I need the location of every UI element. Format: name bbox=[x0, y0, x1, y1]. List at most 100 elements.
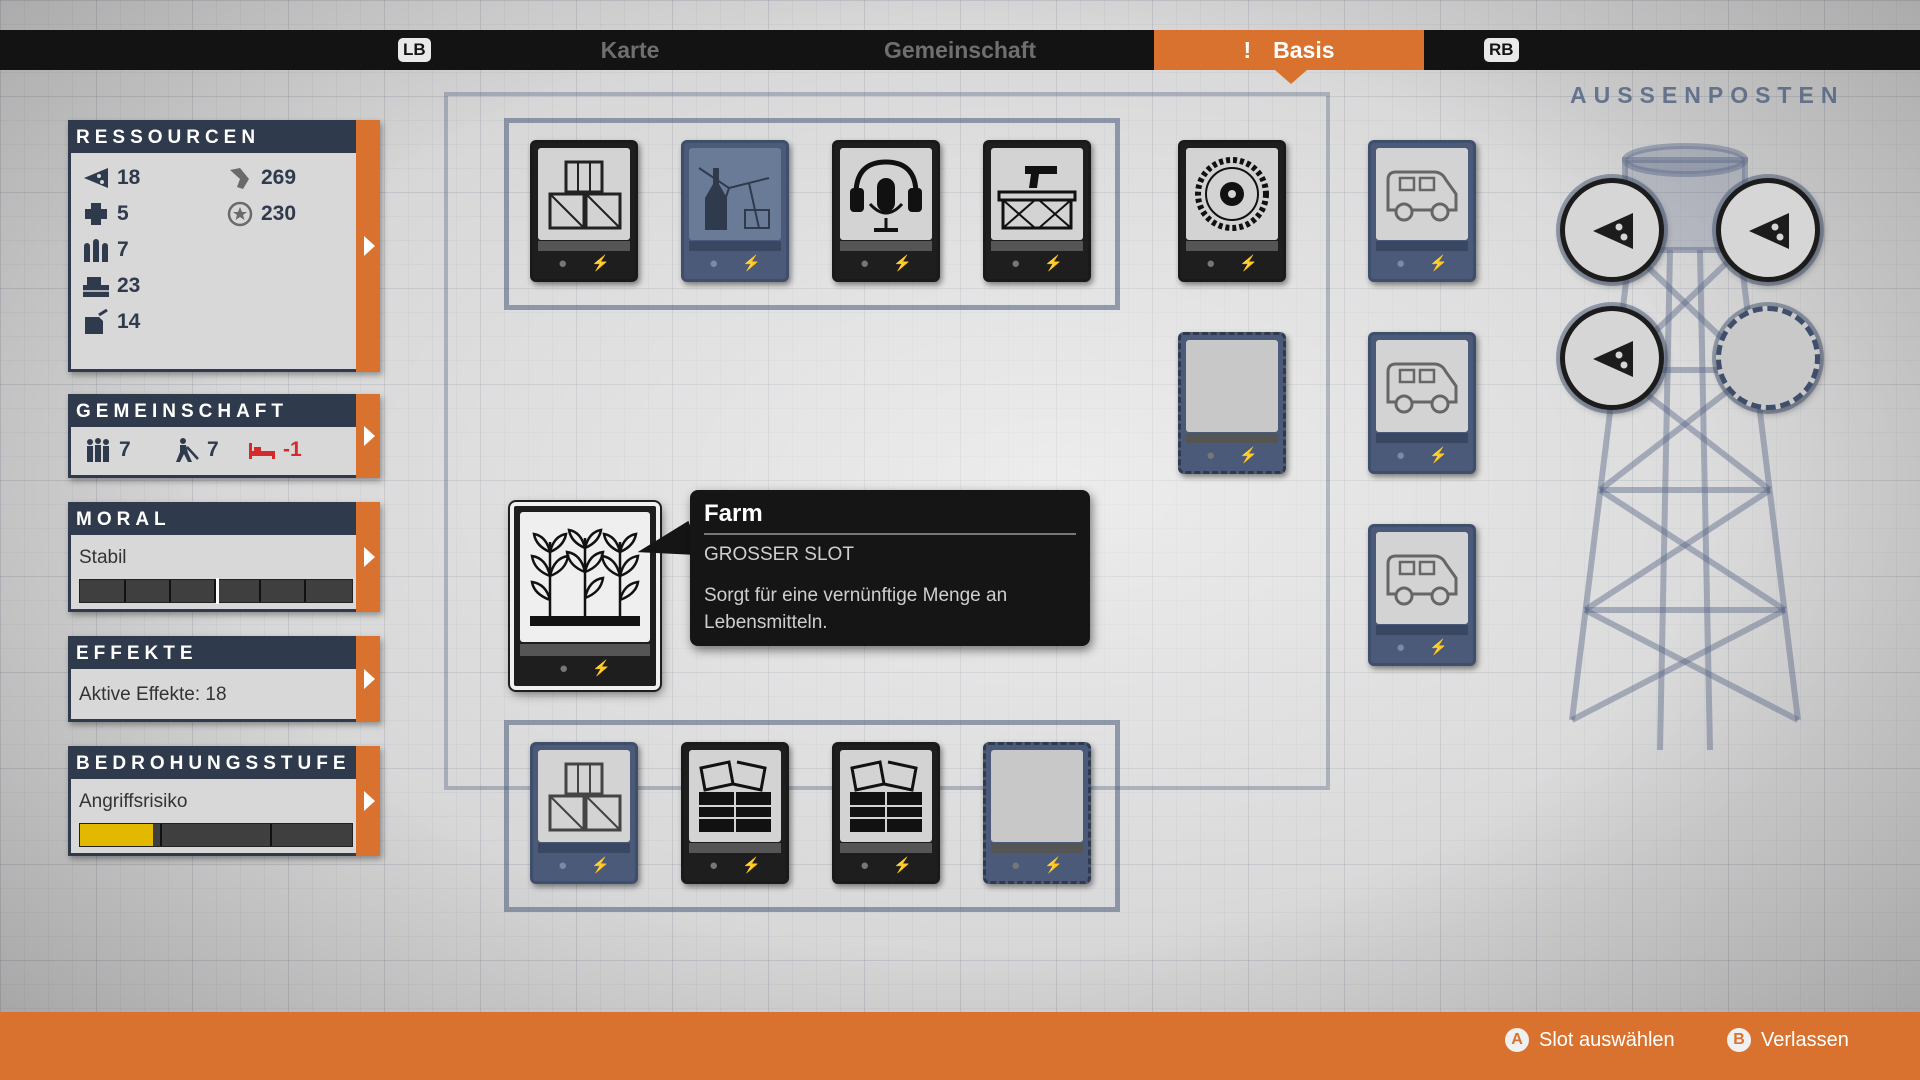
bottle-icon bbox=[698, 167, 770, 230]
threat-fill bbox=[80, 824, 154, 846]
active-tab-pointer bbox=[1275, 70, 1307, 84]
saw-blade-icon bbox=[1195, 157, 1269, 231]
hint-select-label: Slot auswählen bbox=[1539, 1028, 1675, 1051]
morale-expand[interactable] bbox=[356, 502, 380, 612]
prestige-icon bbox=[227, 201, 253, 227]
water-icon: ● bbox=[860, 857, 870, 874]
power-icon: ⚡ bbox=[742, 857, 761, 874]
chevron-right-icon bbox=[364, 236, 375, 256]
bunk-beds-icon bbox=[850, 760, 922, 832]
parking-slot-1[interactable]: ● ⚡ bbox=[1368, 140, 1476, 282]
resource-materials-value: 23 bbox=[117, 274, 141, 297]
bunk-beds-icon bbox=[699, 760, 771, 832]
resource-influence: 269 bbox=[225, 165, 296, 191]
storage-icon bbox=[548, 160, 622, 230]
outposts-title: AUSSENPOSTEN bbox=[1570, 82, 1845, 108]
farm-slot[interactable]: ● ⚡ bbox=[510, 502, 660, 690]
vehicle-icon bbox=[1386, 554, 1458, 606]
ammo-icon bbox=[84, 239, 108, 262]
effects-expand[interactable] bbox=[356, 636, 380, 722]
power-icon: ⚡ bbox=[1044, 857, 1063, 874]
water-icon: ● bbox=[709, 255, 719, 272]
water-icon: ● bbox=[1206, 255, 1216, 272]
hint-leave-label: Verlassen bbox=[1761, 1028, 1849, 1051]
threat-expand[interactable] bbox=[356, 746, 380, 856]
water-icon: ● bbox=[558, 255, 568, 272]
water-icon: ● bbox=[709, 857, 719, 874]
power-icon: ⚡ bbox=[592, 660, 611, 677]
tab-karte[interactable]: Karte bbox=[530, 30, 730, 70]
empty-slot[interactable]: ● ⚡ bbox=[1178, 332, 1286, 474]
water-icon: ● bbox=[1206, 447, 1216, 464]
lb-button[interactable]: LB bbox=[398, 38, 431, 62]
resource-prestige-value: 230 bbox=[261, 202, 297, 225]
resources-panel[interactable]: RESSOURCEN 18 5 7 23 14 269 230 bbox=[68, 120, 380, 372]
slot-requirements: ● ⚡ bbox=[835, 855, 937, 877]
tab-basis[interactable]: ! Basis bbox=[1154, 30, 1424, 70]
workshop-slot[interactable]: ● ⚡ bbox=[1178, 140, 1286, 282]
outpost-2[interactable] bbox=[1716, 178, 1820, 282]
armory-slot[interactable]: ● ⚡ bbox=[983, 140, 1091, 282]
tooltip-divider bbox=[704, 533, 1076, 535]
community-survivors: 7 bbox=[83, 437, 131, 463]
bunks-slot-1[interactable]: ● ⚡ bbox=[681, 742, 789, 884]
rb-button[interactable]: RB bbox=[1484, 38, 1519, 62]
resource-materials: 23 bbox=[81, 273, 140, 299]
outpost-3[interactable] bbox=[1560, 306, 1664, 410]
tab-gemeinschaft[interactable]: Gemeinschaft bbox=[860, 30, 1060, 70]
resource-medicine: 5 bbox=[81, 201, 129, 227]
threat-meter bbox=[79, 823, 353, 847]
storage-slot-2[interactable]: ● ⚡ bbox=[530, 742, 638, 884]
outpost-1[interactable] bbox=[1560, 178, 1664, 282]
community-expand[interactable] bbox=[356, 394, 380, 478]
fuel-icon bbox=[85, 309, 108, 334]
morale-panel[interactable]: MORAL Stabil bbox=[68, 502, 380, 612]
water-icon: ● bbox=[559, 660, 569, 677]
community-panel[interactable]: GEMEINSCHAFT 7 7 -1 bbox=[68, 394, 380, 478]
community-beds-value: -1 bbox=[283, 438, 302, 461]
b-button-icon: B bbox=[1727, 1028, 1751, 1052]
power-icon: ⚡ bbox=[1429, 255, 1448, 272]
water-icon: ● bbox=[1396, 255, 1406, 272]
survivors-icon bbox=[87, 438, 109, 462]
parking-slot-2[interactable]: ● ⚡ bbox=[1368, 332, 1476, 474]
headset-microphone-icon bbox=[850, 159, 922, 232]
top-navigation: LB Karte Gemeinschaft ! Basis RB bbox=[0, 30, 1920, 70]
power-icon: ⚡ bbox=[742, 255, 761, 272]
threat-panel[interactable]: BEDROHUNGSSTUFE Angriffsrisiko bbox=[68, 746, 380, 856]
plants-icon bbox=[530, 528, 640, 626]
power-icon: ⚡ bbox=[893, 255, 912, 272]
vehicle-icon bbox=[1386, 170, 1458, 222]
threat-title: BEDROHUNGSSTUFE bbox=[71, 749, 377, 779]
storage-slot[interactable]: ● ⚡ bbox=[530, 140, 638, 282]
morale-meter bbox=[79, 578, 353, 604]
tab-basis-label: Basis bbox=[1273, 37, 1335, 63]
resource-fuel: 14 bbox=[81, 309, 140, 335]
slot-requirements: ● ⚡ bbox=[986, 855, 1088, 877]
worker-icon bbox=[176, 438, 199, 462]
radio-slot[interactable]: ● ⚡ bbox=[832, 140, 940, 282]
resource-food-value: 18 bbox=[117, 166, 141, 189]
power-icon: ⚡ bbox=[591, 857, 610, 874]
resources-expand[interactable] bbox=[356, 120, 380, 372]
parking-slot-3[interactable]: ● ⚡ bbox=[1368, 524, 1476, 666]
effects-panel[interactable]: EFFEKTE Aktive Effekte: 18 bbox=[68, 636, 380, 722]
storage-icon bbox=[548, 762, 622, 832]
hint-leave[interactable]: B Verlassen bbox=[1727, 1026, 1849, 1054]
influence-icon bbox=[230, 168, 249, 189]
power-icon: ⚡ bbox=[591, 255, 610, 272]
empty-slot-2[interactable]: ● ⚡ bbox=[983, 742, 1091, 884]
slot-requirements: ● ⚡ bbox=[684, 855, 786, 877]
effects-count: Aktive Effekte: 18 bbox=[79, 684, 227, 705]
community-beds: -1 bbox=[247, 437, 302, 463]
food-icon bbox=[84, 168, 108, 188]
bunks-slot-2[interactable]: ● ⚡ bbox=[832, 742, 940, 884]
community-workers: 7 bbox=[171, 437, 219, 463]
slot-tooltip: Farm GROSSER SLOT Sorgt für eine vernünf… bbox=[690, 490, 1090, 646]
slot-requirements: ● ⚡ bbox=[986, 253, 1088, 275]
infirmary-slot[interactable]: ● ⚡ bbox=[681, 140, 789, 282]
morale-marker bbox=[216, 578, 219, 604]
hint-select-slot[interactable]: A Slot auswählen bbox=[1505, 1026, 1675, 1054]
outpost-empty[interactable] bbox=[1716, 306, 1820, 410]
water-icon: ● bbox=[860, 255, 870, 272]
